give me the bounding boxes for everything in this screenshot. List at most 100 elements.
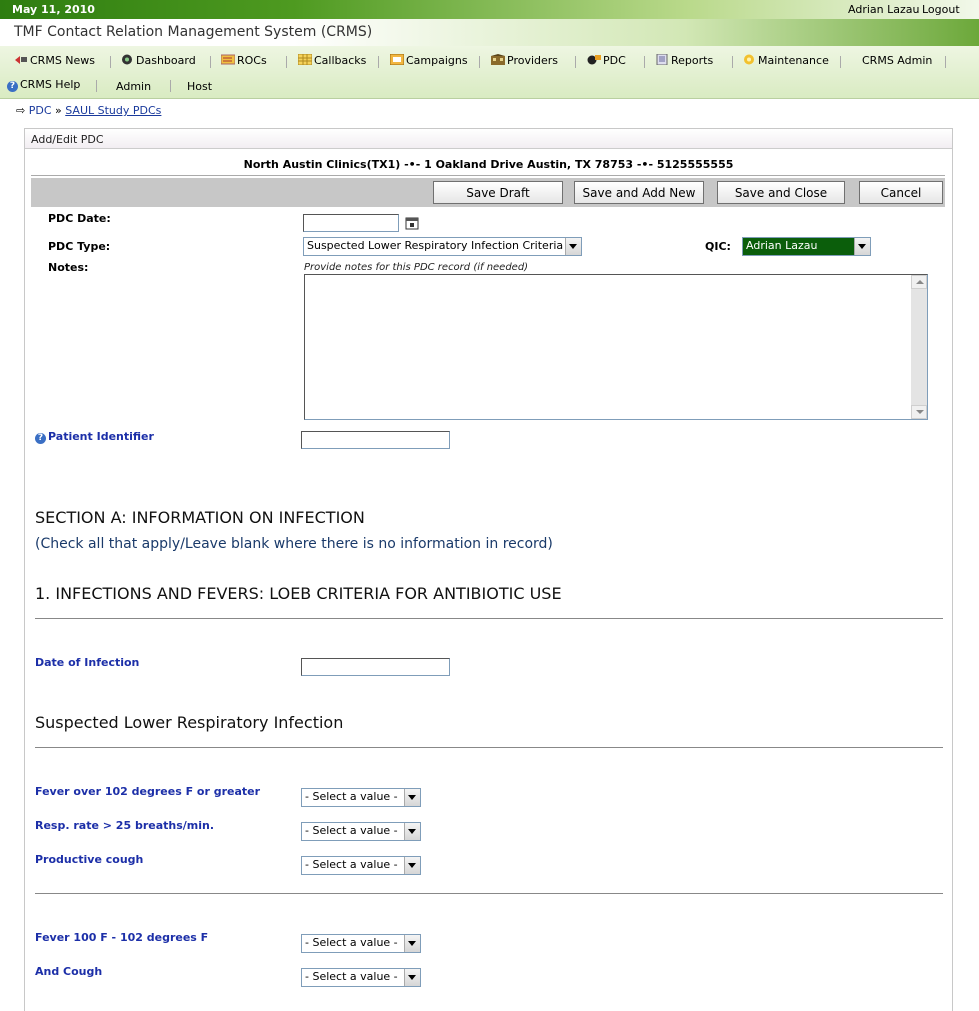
and-cough-label: And Cough xyxy=(35,965,103,978)
section-a-title: SECTION A: INFORMATION ON INFECTION xyxy=(35,508,365,527)
nav-crms-help[interactable]: ? CRMS Help xyxy=(7,78,80,92)
main-nav: CRMS News Dashboard ROCs Callbacks Campa… xyxy=(0,46,979,99)
patient-identifier-input[interactable] xyxy=(301,431,450,449)
part1-title: 1. INFECTIONS AND FEVERS: LOEB CRITERIA … xyxy=(35,584,562,603)
callbacks-icon xyxy=(298,54,312,65)
chevron-down-icon xyxy=(404,935,420,952)
section-a-subtitle: (Check all that apply/Leave blank where … xyxy=(35,536,553,552)
scroll-down-icon[interactable] xyxy=(911,405,927,419)
date-of-infection-input[interactable] xyxy=(301,658,450,676)
help-icon[interactable]: ? xyxy=(35,433,46,444)
fever-over-102-label: Fever over 102 degrees F or greater xyxy=(35,785,261,798)
pdc-date-label: PDC Date: xyxy=(48,212,111,225)
nav-separator xyxy=(840,56,841,68)
pdc-type-value: Suspected Lower Respiratory Infection Cr… xyxy=(307,239,564,252)
divider xyxy=(35,618,943,619)
pdc-type-select[interactable]: Suspected Lower Respiratory Infection Cr… xyxy=(303,237,582,256)
fever-over-102-select[interactable]: - Select a value - xyxy=(301,788,421,807)
resp-rate-label: Resp. rate > 25 breaths/min. xyxy=(35,819,215,832)
providers-icon xyxy=(491,54,505,65)
scroll-up-icon[interactable] xyxy=(911,275,927,289)
reports-icon xyxy=(656,54,668,65)
chevron-down-icon xyxy=(404,823,420,840)
nav-pdc[interactable]: PDC xyxy=(587,54,626,67)
chevron-down-icon xyxy=(404,789,420,806)
provider-info: North Austin Clinics(TX1) -•- 1 Oakland … xyxy=(243,158,734,171)
user-name: Adrian Lazau xyxy=(848,3,920,16)
patient-identifier-label: ? Patient Identifier xyxy=(35,430,154,444)
subsection-title: Suspected Lower Respiratory Infection xyxy=(35,713,344,732)
nav-crms-news[interactable]: CRMS News xyxy=(14,54,95,67)
nav-separator xyxy=(575,56,576,68)
current-date: May 11, 2010 xyxy=(12,3,95,16)
nav-separator xyxy=(210,56,211,68)
nav-separator xyxy=(110,56,111,68)
chevron-down-icon xyxy=(404,969,420,986)
nav-separator xyxy=(732,56,733,68)
qic-label: QIC: xyxy=(705,240,731,253)
chevron-down-icon xyxy=(565,238,581,255)
calendar-icon[interactable] xyxy=(405,216,419,230)
nav-separator xyxy=(945,56,946,68)
news-icon xyxy=(15,56,27,64)
fever-100-102-select[interactable]: - Select a value - xyxy=(301,934,421,953)
app-title-bar: TMF Contact Relation Management System (… xyxy=(0,19,979,46)
nav-separator xyxy=(96,80,97,92)
nav-dashboard[interactable]: Dashboard xyxy=(120,54,196,67)
productive-cough-label: Productive cough xyxy=(35,853,144,866)
fever-100-102-label: Fever 100 F - 102 degrees F xyxy=(35,931,209,944)
nav-separator xyxy=(644,56,645,68)
divider xyxy=(31,175,945,176)
top-bar: May 11, 2010 Adrian Lazau Logout xyxy=(0,0,979,19)
nav-separator xyxy=(170,80,171,92)
save-draft-button[interactable]: Save Draft xyxy=(433,181,563,204)
pdc-type-label: PDC Type: xyxy=(48,240,111,253)
app-title: TMF Contact Relation Management System (… xyxy=(14,24,373,40)
productive-cough-select[interactable]: - Select a value - xyxy=(301,856,421,875)
chevron-down-icon xyxy=(854,238,870,255)
action-toolbar: Save Draft Save and Add New Save and Clo… xyxy=(31,178,945,207)
notes-hint: Provide notes for this PDC record (if ne… xyxy=(304,262,529,273)
nav-separator xyxy=(286,56,287,68)
add-edit-pdc-panel: Add/Edit PDC North Austin Clinics(TX1) -… xyxy=(24,128,953,1011)
nav-rocs[interactable]: ROCs xyxy=(221,54,267,67)
nav-admin[interactable]: Admin xyxy=(116,80,151,93)
resp-rate-select[interactable]: - Select a value - xyxy=(301,822,421,841)
date-of-infection-label: Date of Infection xyxy=(35,656,140,669)
nav-separator xyxy=(378,56,379,68)
rocs-icon xyxy=(221,54,235,65)
nav-maintenance[interactable]: Maintenance xyxy=(742,54,829,67)
nav-crms-admin[interactable]: CRMS Admin xyxy=(862,54,932,67)
help-icon: ? xyxy=(7,81,18,92)
nav-providers[interactable]: Providers xyxy=(491,54,558,67)
notes-textarea[interactable] xyxy=(304,274,928,420)
breadcrumb: ⇨ PDC » SAUL Study PDCs xyxy=(16,104,161,117)
notes-scrollbar[interactable] xyxy=(911,275,927,419)
cancel-button[interactable]: Cancel xyxy=(859,181,943,204)
breadcrumb-pdc[interactable]: PDC xyxy=(29,104,52,117)
breadcrumb-saul-study-pdcs[interactable]: SAUL Study PDCs xyxy=(65,104,161,117)
nav-reports[interactable]: Reports xyxy=(655,54,713,67)
save-and-close-button[interactable]: Save and Close xyxy=(717,181,845,204)
chevron-down-icon xyxy=(404,857,420,874)
nav-host[interactable]: Host xyxy=(187,80,212,93)
qic-value: Adrian Lazau xyxy=(746,239,818,252)
nav-separator xyxy=(479,56,480,68)
nav-campaigns[interactable]: Campaigns xyxy=(390,54,468,67)
pdc-icon xyxy=(587,55,601,65)
maintenance-icon xyxy=(744,54,754,65)
pdc-date-input[interactable] xyxy=(303,214,399,232)
divider xyxy=(35,893,943,894)
save-and-add-new-button[interactable]: Save and Add New xyxy=(574,181,704,204)
campaigns-icon xyxy=(390,54,404,65)
notes-label: Notes: xyxy=(48,261,89,274)
nav-callbacks[interactable]: Callbacks xyxy=(298,54,366,67)
logout-link[interactable]: Logout xyxy=(922,3,960,16)
divider xyxy=(35,747,943,748)
dashboard-icon xyxy=(122,54,132,65)
breadcrumb-separator: » xyxy=(55,104,62,117)
and-cough-select[interactable]: - Select a value - xyxy=(301,968,421,987)
arrow-right-icon: ⇨ xyxy=(16,104,26,117)
panel-header: Add/Edit PDC xyxy=(25,129,952,149)
qic-select[interactable]: Adrian Lazau xyxy=(742,237,871,256)
